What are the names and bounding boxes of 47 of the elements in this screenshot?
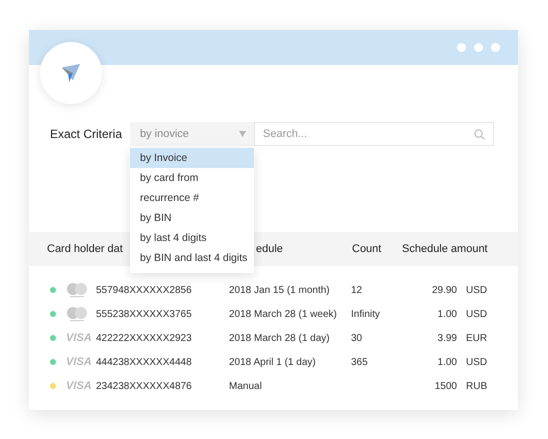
search-field[interactable]: Search... (254, 122, 494, 146)
column-header: Schedule amount (402, 243, 488, 255)
table-cell-text: USD (466, 308, 488, 320)
dropdown-option[interactable]: by BIN and last 4 digits (130, 248, 254, 268)
dropdown-option[interactable]: recurrence # (130, 188, 254, 208)
criteria-label: Exact Criteria (50, 127, 124, 141)
dropdown-option[interactable]: by BIN (130, 208, 254, 228)
column-header: Card holder dat (47, 243, 123, 255)
window-dot[interactable] (491, 43, 500, 52)
table-cell-text: 1.00 (436, 356, 458, 368)
table-cell-text: 2018 March 28 (1 day) (229, 332, 331, 344)
dropdown-option[interactable]: by card from (130, 168, 254, 188)
card-logo-icon (66, 306, 88, 322)
search-icon (474, 129, 485, 140)
table-cell-text: 555238XXXXXX3765 (96, 308, 193, 320)
table-cell-text: 29.90 (430, 284, 458, 296)
table-cell-text: 422222XXXXXX2923 (96, 332, 193, 344)
table-cell-text: 30 (351, 332, 364, 344)
table-cell-text: 3.99 (436, 332, 458, 344)
table-cell-text: 2018 March 28 (1 week) (229, 308, 338, 320)
dropdown-option[interactable]: by Invoice (130, 148, 254, 168)
table-cell-text: USD (466, 356, 488, 368)
card-brand: VISA (66, 332, 92, 344)
paper-plane-icon (60, 62, 82, 84)
card-logo-icon (66, 282, 88, 298)
window-dot[interactable] (457, 43, 466, 52)
card-brand: VISA (66, 380, 92, 392)
card-brand: VISA (66, 356, 92, 368)
table-cell-text: RUB (466, 380, 488, 392)
table-cell-text: 2018 Jan 15 (1 month) (229, 284, 331, 296)
caret-icon (239, 131, 246, 137)
window-dot[interactable] (474, 43, 483, 52)
table-cell-text: 234238XXXXXX4876 (96, 380, 193, 392)
column-header: Count (352, 243, 382, 255)
table-cell-text: 444238XXXXXX4448 (96, 356, 193, 368)
dropdown-option[interactable]: by last 4 digits (130, 228, 254, 248)
table-cell-text: Manual (229, 380, 263, 392)
table-cell-text: 2018 April 1 (1 day) (229, 356, 317, 368)
column-header: edule (256, 243, 283, 255)
table-cell-text: EUR (466, 332, 488, 344)
table-cell-text: Infinity (351, 308, 381, 320)
table-cell-text: USD (466, 284, 488, 296)
table-cell-text: 12 (351, 284, 364, 296)
table-cell-text: 1.00 (436, 308, 458, 320)
table-cell-text: 1500 (434, 380, 458, 392)
table-cell-text: 557948XXXXXX2856 (96, 284, 193, 296)
table-cell-text: 365 (351, 356, 369, 368)
